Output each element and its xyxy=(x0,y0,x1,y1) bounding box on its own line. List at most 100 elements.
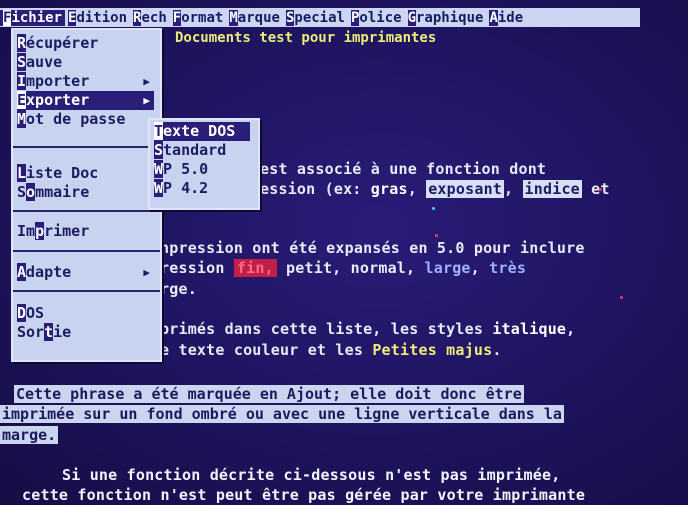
hotkey: t xyxy=(44,323,54,341)
menu-item-importer[interactable]: Importer ▶ xyxy=(17,72,154,91)
menu-item-label: tandard xyxy=(163,141,227,159)
submenu-item-standard[interactable]: Standard xyxy=(154,141,250,160)
menu-item-label: mmaire xyxy=(35,183,90,201)
dos-screen: Fichier Edition Rech Format Marque Speci… xyxy=(0,0,688,505)
menu-item-mot-de-passe[interactable]: Mot de passe xyxy=(17,110,154,129)
small-caps-sample: Petites majus xyxy=(372,341,493,359)
export-submenu: Texte DOS Standard WP 5.0 WP 4.2 xyxy=(148,118,260,210)
menu-edition[interactable]: Edition xyxy=(65,9,130,26)
menu-separator xyxy=(13,290,160,292)
hotkey: S xyxy=(154,141,164,159)
doc-line-6: primés dans cette liste, les styles ital… xyxy=(160,320,575,338)
menu-separator xyxy=(13,210,160,212)
doc-line-1: est associé à une fonction dont xyxy=(260,160,547,178)
superscript-sample: exposant xyxy=(426,180,505,198)
text: . xyxy=(492,341,502,359)
menu-label: ech xyxy=(141,9,167,26)
text: , xyxy=(504,180,523,198)
subscript-sample: indice xyxy=(522,180,582,198)
menu-label: ormat xyxy=(181,9,224,26)
screen-glint xyxy=(432,207,435,210)
footer-line-2: cette fonction n'est peut être pas gérée… xyxy=(22,486,586,504)
submenu-arrow-icon: ▶ xyxy=(143,94,150,107)
menu-recherche[interactable]: Rech xyxy=(130,9,170,26)
text: petit, normal, xyxy=(276,259,425,277)
text: primés dans cette liste, les styles xyxy=(160,320,493,338)
hotkey: F xyxy=(172,9,182,26)
submenu-item-texte-dos[interactable]: Texte DOS xyxy=(154,122,250,141)
menu-label: raphique xyxy=(416,9,484,26)
menu-item-dos[interactable]: DOS xyxy=(17,304,154,323)
submenu-arrow-icon: ▶ xyxy=(143,266,150,279)
fine-sample: fin, xyxy=(233,259,277,277)
marked-text: marge. xyxy=(0,426,59,444)
menu-format[interactable]: Format xyxy=(170,9,227,26)
submenu-arrow-icon: ▶ xyxy=(143,75,150,88)
hotkey: T xyxy=(154,122,164,140)
menu-item-label: écupérer xyxy=(26,34,99,52)
marked-text: imprimée sur un fond ombré ou avec une l… xyxy=(0,405,564,423)
text: et xyxy=(581,180,610,198)
hotkey: A xyxy=(489,9,498,26)
hotkey: p xyxy=(35,222,45,240)
menu-marque[interactable]: Marque xyxy=(226,9,283,26)
doc-line-4: ression fin, petit, normal, large, très xyxy=(160,259,526,277)
menu-item-label: Im xyxy=(17,222,36,240)
hotkey: R xyxy=(17,34,27,52)
menu-fichier[interactable]: Fichier xyxy=(0,9,66,26)
menu-item-imprimer[interactable]: Imprimer xyxy=(17,222,154,241)
submenu-item-wp50[interactable]: WP 5.0 xyxy=(154,160,250,179)
menu-item-label: S xyxy=(17,183,27,201)
text: , xyxy=(407,180,427,198)
menu-label: ide xyxy=(497,9,524,26)
hotkey: A xyxy=(17,263,27,281)
menu-special[interactable]: Special xyxy=(283,9,348,26)
hotkey: S xyxy=(17,53,27,71)
menu-item-adapte[interactable]: Adapte ▶ xyxy=(17,263,154,282)
screen-glint xyxy=(435,234,438,237)
doc-line-5: rge. xyxy=(160,280,197,298)
marked-text: Cette phrase a été marquée en Ajout; ell… xyxy=(14,385,524,403)
text: ression xyxy=(160,259,234,277)
menu-label: ichier xyxy=(11,9,63,26)
submenu-item-wp42[interactable]: WP 4.2 xyxy=(154,179,250,198)
doc-line-3: npression ont été expansés en 5.0 pour i… xyxy=(160,239,585,257)
large-sample: large xyxy=(424,259,471,277)
menu-item-recuperer[interactable]: Récupérer xyxy=(17,34,154,53)
file-menu: Récupérer Sauve Importer ▶ Exporter ▶ Mot … xyxy=(11,28,162,362)
menu-item-label: OS xyxy=(26,304,45,322)
bold-sample: gras xyxy=(370,180,408,198)
text: ession (ex: xyxy=(260,180,371,198)
text: , xyxy=(566,320,576,338)
menu-police[interactable]: Police xyxy=(348,9,405,26)
menu-graphique[interactable]: Graphique xyxy=(405,9,487,26)
menu-item-sortie[interactable]: Sortie xyxy=(17,323,154,342)
hotkey: W xyxy=(154,160,164,178)
menu-item-sauve[interactable]: Sauve xyxy=(17,53,154,72)
screen-glint xyxy=(599,188,602,191)
menu-label: dition xyxy=(76,9,128,26)
hotkey: D xyxy=(17,304,27,322)
menu-item-label: P 4.2 xyxy=(163,179,209,197)
very-sample: très xyxy=(489,259,527,277)
menu-item-label: rimer xyxy=(44,222,90,240)
hotkey: M xyxy=(229,9,238,26)
screen-glint xyxy=(620,296,623,299)
menu-separator xyxy=(13,250,160,252)
menu-item-label: iste Doc xyxy=(26,164,99,182)
document-title: Documents test pour imprimantes xyxy=(175,30,437,46)
marked-line-1: Cette phrase a été marquée en Ajout; ell… xyxy=(14,385,524,403)
menu-item-label: P 5.0 xyxy=(163,160,209,178)
marked-line-3: marge. xyxy=(0,426,59,444)
menu-item-sommaire[interactable]: Sommaire xyxy=(17,183,154,202)
menu-aide[interactable]: Aide xyxy=(486,9,526,26)
hotkey: o xyxy=(26,183,36,201)
menu-item-liste-doc[interactable]: Liste Doc xyxy=(17,164,154,183)
hotkey: M xyxy=(17,110,27,128)
menu-item-label: mporter xyxy=(26,72,90,90)
menu-item-exporter[interactable]: Exporter ▶ xyxy=(17,91,154,110)
hotkey: W xyxy=(154,179,164,197)
hotkey: G xyxy=(407,9,416,26)
menu-label: olice xyxy=(359,9,402,26)
marked-line-2: imprimée sur un fond ombré ou avec une l… xyxy=(0,405,564,423)
